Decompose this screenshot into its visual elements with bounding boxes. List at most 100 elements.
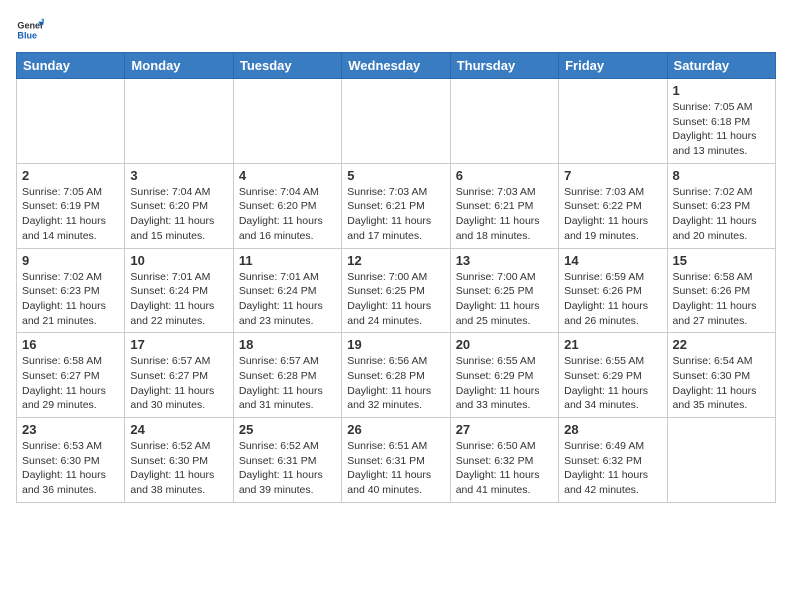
day-info: Sunrise: 6:59 AMSunset: 6:26 PMDaylight:… bbox=[564, 270, 661, 329]
calendar-cell: 7Sunrise: 7:03 AMSunset: 6:22 PMDaylight… bbox=[559, 163, 667, 248]
day-number: 9 bbox=[22, 253, 119, 268]
calendar-cell: 8 Sunrise: 7:02 AMSunset: 6:23 PMDaylight… bbox=[667, 163, 775, 248]
calendar-cell: 1 Sunrise: 7:05 AMSunset: 6:18 PMDaylight… bbox=[667, 79, 775, 164]
calendar-cell bbox=[342, 79, 450, 164]
day-info: Sunrise: 6:58 AMSunset: 6:26 PMDaylight:… bbox=[673, 270, 770, 329]
day-info: Sunrise: 7:05 AMSunset: 6:19 PMDaylight:… bbox=[22, 185, 119, 244]
day-number: 21 bbox=[564, 337, 661, 352]
calendar-cell: 10 Sunrise: 7:01 AMSunset: 6:24 PMDayligh… bbox=[125, 248, 233, 333]
calendar-cell bbox=[17, 79, 125, 164]
day-number: 11 bbox=[239, 253, 336, 268]
day-number: 26 bbox=[347, 422, 444, 437]
day-info: Sunrise: 6:53 AMSunset: 6:30 PMDaylight:… bbox=[22, 439, 119, 498]
calendar-cell: 18 Sunrise: 6:57 AMSunset: 6:28 PMDayligh… bbox=[233, 333, 341, 418]
day-number: 28 bbox=[564, 422, 661, 437]
calendar-cell: 6 Sunrise: 7:03 AMSunset: 6:21 PMDaylight… bbox=[450, 163, 558, 248]
day-number: 16 bbox=[22, 337, 119, 352]
day-number: 4 bbox=[239, 168, 336, 183]
calendar-cell bbox=[233, 79, 341, 164]
day-info: Sunrise: 6:57 AMSunset: 6:27 PMDaylight:… bbox=[130, 354, 227, 413]
calendar-cell bbox=[667, 418, 775, 503]
calendar-cell: 21 Sunrise: 6:55 AMSunset: 6:29 PMDayligh… bbox=[559, 333, 667, 418]
day-info: Sunrise: 6:52 AMSunset: 6:31 PMDaylight:… bbox=[239, 439, 336, 498]
calendar-cell: 22 Sunrise: 6:54 AMSunset: 6:30 PMDayligh… bbox=[667, 333, 775, 418]
calendar-cell: 9 Sunrise: 7:02 AMSunset: 6:23 PMDaylight… bbox=[17, 248, 125, 333]
day-info: Sunrise: 7:01 AMSunset: 6:24 PMDaylight:… bbox=[239, 270, 336, 329]
calendar-cell: 4 Sunrise: 7:04 AMSunset: 6:20 PMDaylight… bbox=[233, 163, 341, 248]
weekday-header-sunday: Sunday bbox=[17, 53, 125, 79]
day-number: 20 bbox=[456, 337, 553, 352]
day-info: Sunrise: 6:58 AMSunset: 6:27 PMDaylight:… bbox=[22, 354, 119, 413]
calendar-cell: 19 Sunrise: 6:56 AMSunset: 6:28 PMDayligh… bbox=[342, 333, 450, 418]
calendar-cell: 17 Sunrise: 6:57 AMSunset: 6:27 PMDayligh… bbox=[125, 333, 233, 418]
calendar-cell: 5 Sunrise: 7:03 AMSunset: 6:21 PMDaylight… bbox=[342, 163, 450, 248]
logo-icon: General Blue bbox=[16, 16, 44, 44]
day-number: 7 bbox=[564, 168, 661, 183]
calendar-cell: 15 Sunrise: 6:58 AMSunset: 6:26 PMDayligh… bbox=[667, 248, 775, 333]
calendar-cell: 24Sunrise: 6:52 AMSunset: 6:30 PMDayligh… bbox=[125, 418, 233, 503]
day-info: Sunrise: 7:00 AMSunset: 6:25 PMDaylight:… bbox=[347, 270, 444, 329]
calendar-cell: 28 Sunrise: 6:49 AMSunset: 6:32 PMDayligh… bbox=[559, 418, 667, 503]
day-number: 17 bbox=[130, 337, 227, 352]
calendar-cell: 20 Sunrise: 6:55 AMSunset: 6:29 PMDayligh… bbox=[450, 333, 558, 418]
day-info: Sunrise: 6:56 AMSunset: 6:28 PMDaylight:… bbox=[347, 354, 444, 413]
weekday-header-tuesday: Tuesday bbox=[233, 53, 341, 79]
calendar-cell bbox=[450, 79, 558, 164]
calendar-week-row: 23 Sunrise: 6:53 AMSunset: 6:30 PMDayligh… bbox=[17, 418, 776, 503]
calendar-cell: 11 Sunrise: 7:01 AMSunset: 6:24 PMDayligh… bbox=[233, 248, 341, 333]
day-number: 8 bbox=[673, 168, 770, 183]
day-number: 2 bbox=[22, 168, 119, 183]
day-info: Sunrise: 7:02 AMSunset: 6:23 PMDaylight:… bbox=[22, 270, 119, 329]
day-number: 15 bbox=[673, 253, 770, 268]
day-info: Sunrise: 7:03 AMSunset: 6:21 PMDaylight:… bbox=[456, 185, 553, 244]
calendar-cell: 16 Sunrise: 6:58 AMSunset: 6:27 PMDayligh… bbox=[17, 333, 125, 418]
day-number: 19 bbox=[347, 337, 444, 352]
day-info: Sunrise: 7:05 AMSunset: 6:18 PMDaylight:… bbox=[673, 100, 770, 159]
calendar-week-row: 9 Sunrise: 7:02 AMSunset: 6:23 PMDaylight… bbox=[17, 248, 776, 333]
day-number: 1 bbox=[673, 83, 770, 98]
svg-text:Blue: Blue bbox=[17, 30, 37, 40]
page-header: General Blue bbox=[16, 16, 776, 44]
weekday-header-monday: Monday bbox=[125, 53, 233, 79]
day-info: Sunrise: 7:00 AMSunset: 6:25 PMDaylight:… bbox=[456, 270, 553, 329]
calendar: SundayMondayTuesdayWednesdayThursdayFrid… bbox=[16, 52, 776, 503]
day-info: Sunrise: 6:51 AMSunset: 6:31 PMDaylight:… bbox=[347, 439, 444, 498]
calendar-cell: 25 Sunrise: 6:52 AMSunset: 6:31 PMDayligh… bbox=[233, 418, 341, 503]
calendar-week-row: 16 Sunrise: 6:58 AMSunset: 6:27 PMDayligh… bbox=[17, 333, 776, 418]
day-info: Sunrise: 6:55 AMSunset: 6:29 PMDaylight:… bbox=[564, 354, 661, 413]
day-number: 6 bbox=[456, 168, 553, 183]
day-number: 23 bbox=[22, 422, 119, 437]
weekday-header-row: SundayMondayTuesdayWednesdayThursdayFrid… bbox=[17, 53, 776, 79]
calendar-cell bbox=[559, 79, 667, 164]
day-number: 18 bbox=[239, 337, 336, 352]
day-number: 14 bbox=[564, 253, 661, 268]
calendar-cell: 12 Sunrise: 7:00 AMSunset: 6:25 PMDayligh… bbox=[342, 248, 450, 333]
day-number: 3 bbox=[130, 168, 227, 183]
day-info: Sunrise: 7:04 AMSunset: 6:20 PMDaylight:… bbox=[239, 185, 336, 244]
calendar-cell: 2 Sunrise: 7:05 AMSunset: 6:19 PMDaylight… bbox=[17, 163, 125, 248]
day-info: Sunrise: 7:01 AMSunset: 6:24 PMDaylight:… bbox=[130, 270, 227, 329]
calendar-cell: 3 Sunrise: 7:04 AMSunset: 6:20 PMDaylight… bbox=[125, 163, 233, 248]
day-number: 5 bbox=[347, 168, 444, 183]
day-number: 12 bbox=[347, 253, 444, 268]
day-number: 25 bbox=[239, 422, 336, 437]
day-number: 22 bbox=[673, 337, 770, 352]
weekday-header-saturday: Saturday bbox=[667, 53, 775, 79]
day-number: 24 bbox=[130, 422, 227, 437]
day-number: 10 bbox=[130, 253, 227, 268]
calendar-cell: 27Sunrise: 6:50 AMSunset: 6:32 PMDayligh… bbox=[450, 418, 558, 503]
day-info: Sunrise: 7:04 AMSunset: 6:20 PMDaylight:… bbox=[130, 185, 227, 244]
day-info: Sunrise: 6:55 AMSunset: 6:29 PMDaylight:… bbox=[456, 354, 553, 413]
calendar-week-row: 1 Sunrise: 7:05 AMSunset: 6:18 PMDaylight… bbox=[17, 79, 776, 164]
day-info: Sunrise: 6:50 AMSunset: 6:32 PMDaylight:… bbox=[456, 439, 553, 498]
day-info: Sunrise: 6:57 AMSunset: 6:28 PMDaylight:… bbox=[239, 354, 336, 413]
day-info: Sunrise: 6:49 AMSunset: 6:32 PMDaylight:… bbox=[564, 439, 661, 498]
calendar-week-row: 2 Sunrise: 7:05 AMSunset: 6:19 PMDaylight… bbox=[17, 163, 776, 248]
weekday-header-friday: Friday bbox=[559, 53, 667, 79]
weekday-header-wednesday: Wednesday bbox=[342, 53, 450, 79]
day-info: Sunrise: 7:03 AMSunset: 6:21 PMDaylight:… bbox=[347, 185, 444, 244]
calendar-cell: 26 Sunrise: 6:51 AMSunset: 6:31 PMDayligh… bbox=[342, 418, 450, 503]
day-info: Sunrise: 6:54 AMSunset: 6:30 PMDaylight:… bbox=[673, 354, 770, 413]
day-info: Sunrise: 7:02 AMSunset: 6:23 PMDaylight:… bbox=[673, 185, 770, 244]
day-number: 13 bbox=[456, 253, 553, 268]
